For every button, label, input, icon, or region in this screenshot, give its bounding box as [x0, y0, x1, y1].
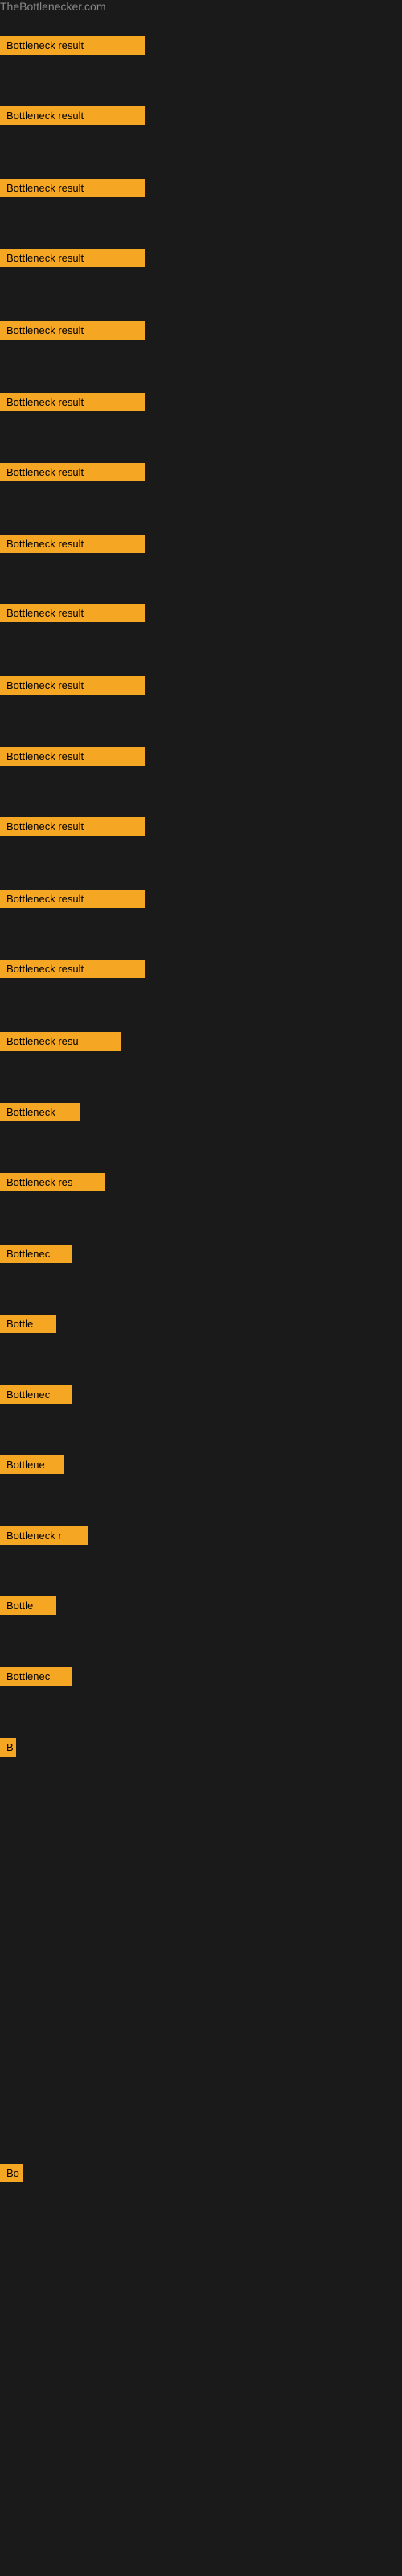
bottleneck-label: B	[0, 1738, 16, 1757]
bottleneck-item: Bottleneck result	[0, 960, 145, 982]
bottleneck-item: Bottleneck r	[0, 1526, 88, 1549]
bottleneck-label: Bottleneck result	[0, 676, 145, 695]
bottleneck-item: Bottlenec	[0, 1245, 72, 1267]
bottleneck-label: Bottleneck result	[0, 817, 145, 836]
site-header: TheBottlenecker.com	[0, 0, 402, 14]
bottleneck-label: Bottleneck result	[0, 36, 145, 55]
bottleneck-label: Bottle	[0, 1315, 56, 1333]
bottleneck-label: Bottleneck result	[0, 960, 145, 978]
bottleneck-label: Bottleneck result	[0, 890, 145, 908]
bottleneck-label: Bo	[0, 2164, 23, 2182]
bottleneck-label: Bottleneck result	[0, 179, 145, 197]
bottleneck-item: Bottleneck result	[0, 747, 145, 770]
bottleneck-label: Bottleneck	[0, 1103, 80, 1121]
bottleneck-item: Bottleneck result	[0, 463, 145, 485]
bottleneck-item: Bottleneck result	[0, 249, 145, 271]
site-title: TheBottlenecker.com	[0, 0, 106, 13]
bottleneck-label: Bottleneck result	[0, 321, 145, 340]
bottleneck-item: Bottleneck res	[0, 1173, 105, 1195]
bottleneck-item: Bottleneck result	[0, 106, 145, 129]
bottleneck-item: B	[0, 1738, 16, 1761]
bottleneck-item: Bottle	[0, 1315, 56, 1337]
bottleneck-item: Bottleneck result	[0, 321, 145, 344]
bottleneck-item: Bottleneck result	[0, 890, 145, 912]
bottleneck-label: Bottleneck result	[0, 604, 145, 622]
bottleneck-label: Bottleneck result	[0, 249, 145, 267]
bottleneck-label: Bottle	[0, 1596, 56, 1615]
bottleneck-item: Bottleneck result	[0, 535, 145, 557]
bottleneck-item: Bottleneck result	[0, 676, 145, 699]
bottleneck-label: Bottleneck result	[0, 747, 145, 766]
bottleneck-item: Bottleneck result	[0, 604, 145, 626]
bottleneck-item: Bottleneck result	[0, 36, 145, 59]
bottleneck-item: Bottlenec	[0, 1385, 72, 1408]
bottleneck-label: Bottleneck r	[0, 1526, 88, 1545]
bottleneck-item: Bottlene	[0, 1455, 64, 1478]
bottleneck-item: Bottleneck result	[0, 393, 145, 415]
bottleneck-label: Bottleneck result	[0, 393, 145, 411]
bottleneck-label: Bottlenec	[0, 1245, 72, 1263]
bottleneck-item: Bottleneck resu	[0, 1032, 121, 1055]
bottleneck-label: Bottleneck resu	[0, 1032, 121, 1051]
bottleneck-label: Bottlene	[0, 1455, 64, 1474]
bottleneck-label: Bottleneck result	[0, 535, 145, 553]
bottleneck-label: Bottleneck result	[0, 106, 145, 125]
bottleneck-label: Bottlenec	[0, 1667, 72, 1686]
bottleneck-item: Bottle	[0, 1596, 56, 1619]
bottleneck-item: Bottleneck	[0, 1103, 80, 1125]
bottleneck-label: Bottlenec	[0, 1385, 72, 1404]
bottleneck-label: Bottleneck result	[0, 463, 145, 481]
bottleneck-item: Bottlenec	[0, 1667, 72, 1690]
bottleneck-item: Bottleneck result	[0, 179, 145, 201]
bottleneck-item: Bo	[0, 2164, 23, 2186]
bottleneck-item: Bottleneck result	[0, 817, 145, 840]
bottleneck-label: Bottleneck res	[0, 1173, 105, 1191]
